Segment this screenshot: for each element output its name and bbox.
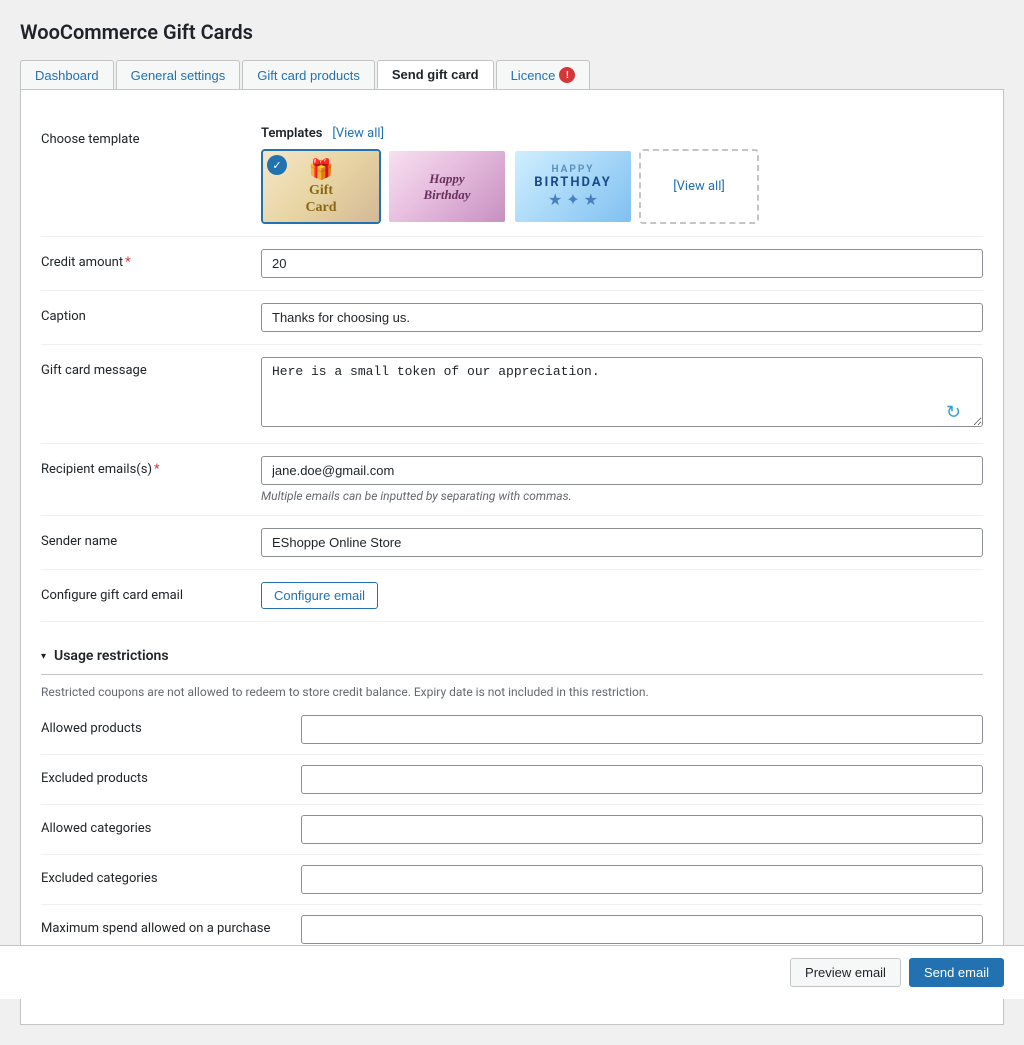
usage-restrictions-title: Usage restrictions — [54, 648, 169, 664]
caption-input[interactable] — [261, 303, 983, 332]
recipient-emails-label: Recipient emails(s)* — [41, 456, 261, 477]
template-item-happybirthday[interactable]: HappyBirthday — [387, 149, 507, 224]
allowed-products-label: Allowed products — [41, 715, 301, 736]
configure-email-label: Configure gift card email — [41, 582, 261, 603]
template-viewall-box[interactable]: [View all] — [639, 149, 759, 224]
templates-header: Templates [View all] — [261, 126, 983, 141]
configure-email-row: Configure gift card email Configure emai… — [41, 570, 983, 622]
max-spend-label: Maximum spend allowed on a purchase — [41, 915, 301, 936]
gift-card-message-row: Gift card message Here is a small token … — [41, 345, 983, 444]
allowed-products-wrap — [301, 715, 983, 744]
usage-restrictions-header[interactable]: ▾ Usage restrictions — [41, 638, 983, 675]
credit-amount-label: Credit amount* — [41, 249, 261, 270]
sender-name-label: Sender name — [41, 528, 261, 549]
max-spend-input[interactable] — [301, 915, 983, 944]
sender-name-input[interactable] — [261, 528, 983, 557]
tab-general-settings[interactable]: General settings — [116, 60, 241, 89]
max-spend-wrap — [301, 915, 983, 944]
view-all-box-label: [View all] — [673, 179, 725, 194]
allowed-categories-label: Allowed categories — [41, 815, 301, 836]
allowed-categories-wrap — [301, 815, 983, 844]
choose-template-label: Choose template — [41, 126, 261, 147]
sender-name-wrap — [261, 528, 983, 557]
preview-email-button[interactable]: Preview email — [790, 958, 901, 987]
excluded-categories-label: Excluded categories — [41, 865, 301, 886]
excluded-products-row: Excluded products — [41, 755, 983, 805]
excluded-products-wrap — [301, 765, 983, 794]
template-item-birthday-blue[interactable]: HAPPY BIRTHDAY ★ ✦ ★ — [513, 149, 633, 224]
recipient-emails-wrap: Multiple emails can be inputted by separ… — [261, 456, 983, 503]
send-email-button[interactable]: Send email — [909, 958, 1004, 987]
view-all-link-top[interactable]: [View all] — [332, 126, 384, 141]
caption-row: Caption — [41, 291, 983, 345]
template-check-icon: ✓ — [267, 155, 287, 175]
chevron-down-icon: ▾ — [41, 651, 46, 662]
recipient-emails-input[interactable] — [261, 456, 983, 485]
allowed-products-row: Allowed products — [41, 705, 983, 755]
refresh-icon[interactable]: ↻ — [946, 402, 961, 423]
choose-template-section: Choose template Templates [View all] ✓ 🎁… — [41, 114, 983, 237]
templates-grid: ✓ 🎁 GiftCard HappyBirthday — [261, 149, 983, 224]
excluded-products-label: Excluded products — [41, 765, 301, 786]
excluded-categories-wrap — [301, 865, 983, 894]
allowed-categories-input[interactable] — [301, 815, 983, 844]
template-item-giftcard[interactable]: ✓ 🎁 GiftCard — [261, 149, 381, 224]
page-title: WooCommerce Gift Cards — [20, 20, 1004, 44]
tab-dashboard[interactable]: Dashboard — [20, 60, 114, 89]
credit-amount-row: Credit amount* — [41, 237, 983, 291]
tab-licence[interactable]: Licence ! — [496, 60, 591, 89]
templates-title: Templates — [261, 126, 322, 141]
tab-gift-card-products[interactable]: Gift card products — [242, 60, 375, 89]
tab-send-gift-card[interactable]: Send gift card — [377, 60, 494, 89]
configure-email-wrap: Configure email — [261, 582, 983, 609]
gift-card-message-textarea[interactable]: Here is a small token of our appreciatio… — [261, 357, 983, 427]
excluded-categories-row: Excluded categories — [41, 855, 983, 905]
licence-badge: ! — [559, 67, 575, 83]
configure-email-button[interactable]: Configure email — [261, 582, 378, 609]
content-panel: Choose template Templates [View all] ✓ 🎁… — [20, 89, 1004, 1025]
allowed-products-input[interactable] — [301, 715, 983, 744]
nav-tabs: Dashboard General settings Gift card pro… — [20, 60, 1004, 89]
textarea-wrap: Here is a small token of our appreciatio… — [261, 357, 983, 431]
excluded-products-input[interactable] — [301, 765, 983, 794]
gift-card-message-label: Gift card message — [41, 357, 261, 378]
credit-amount-input[interactable] — [261, 249, 983, 278]
usage-restrictions-description: Restricted coupons are not allowed to re… — [41, 675, 983, 705]
credit-amount-wrap — [261, 249, 983, 278]
excluded-categories-input[interactable] — [301, 865, 983, 894]
caption-wrap — [261, 303, 983, 332]
templates-wrap: Templates [View all] ✓ 🎁 GiftCard — [261, 126, 983, 224]
caption-label: Caption — [41, 303, 261, 324]
recipient-emails-row: Recipient emails(s)* Multiple emails can… — [41, 444, 983, 516]
recipient-emails-help: Multiple emails can be inputted by separ… — [261, 489, 983, 503]
allowed-categories-row: Allowed categories — [41, 805, 983, 855]
footer-bar: Preview email Send email — [0, 945, 1024, 999]
gift-card-message-wrap: Here is a small token of our appreciatio… — [261, 357, 983, 431]
sender-name-row: Sender name — [41, 516, 983, 570]
